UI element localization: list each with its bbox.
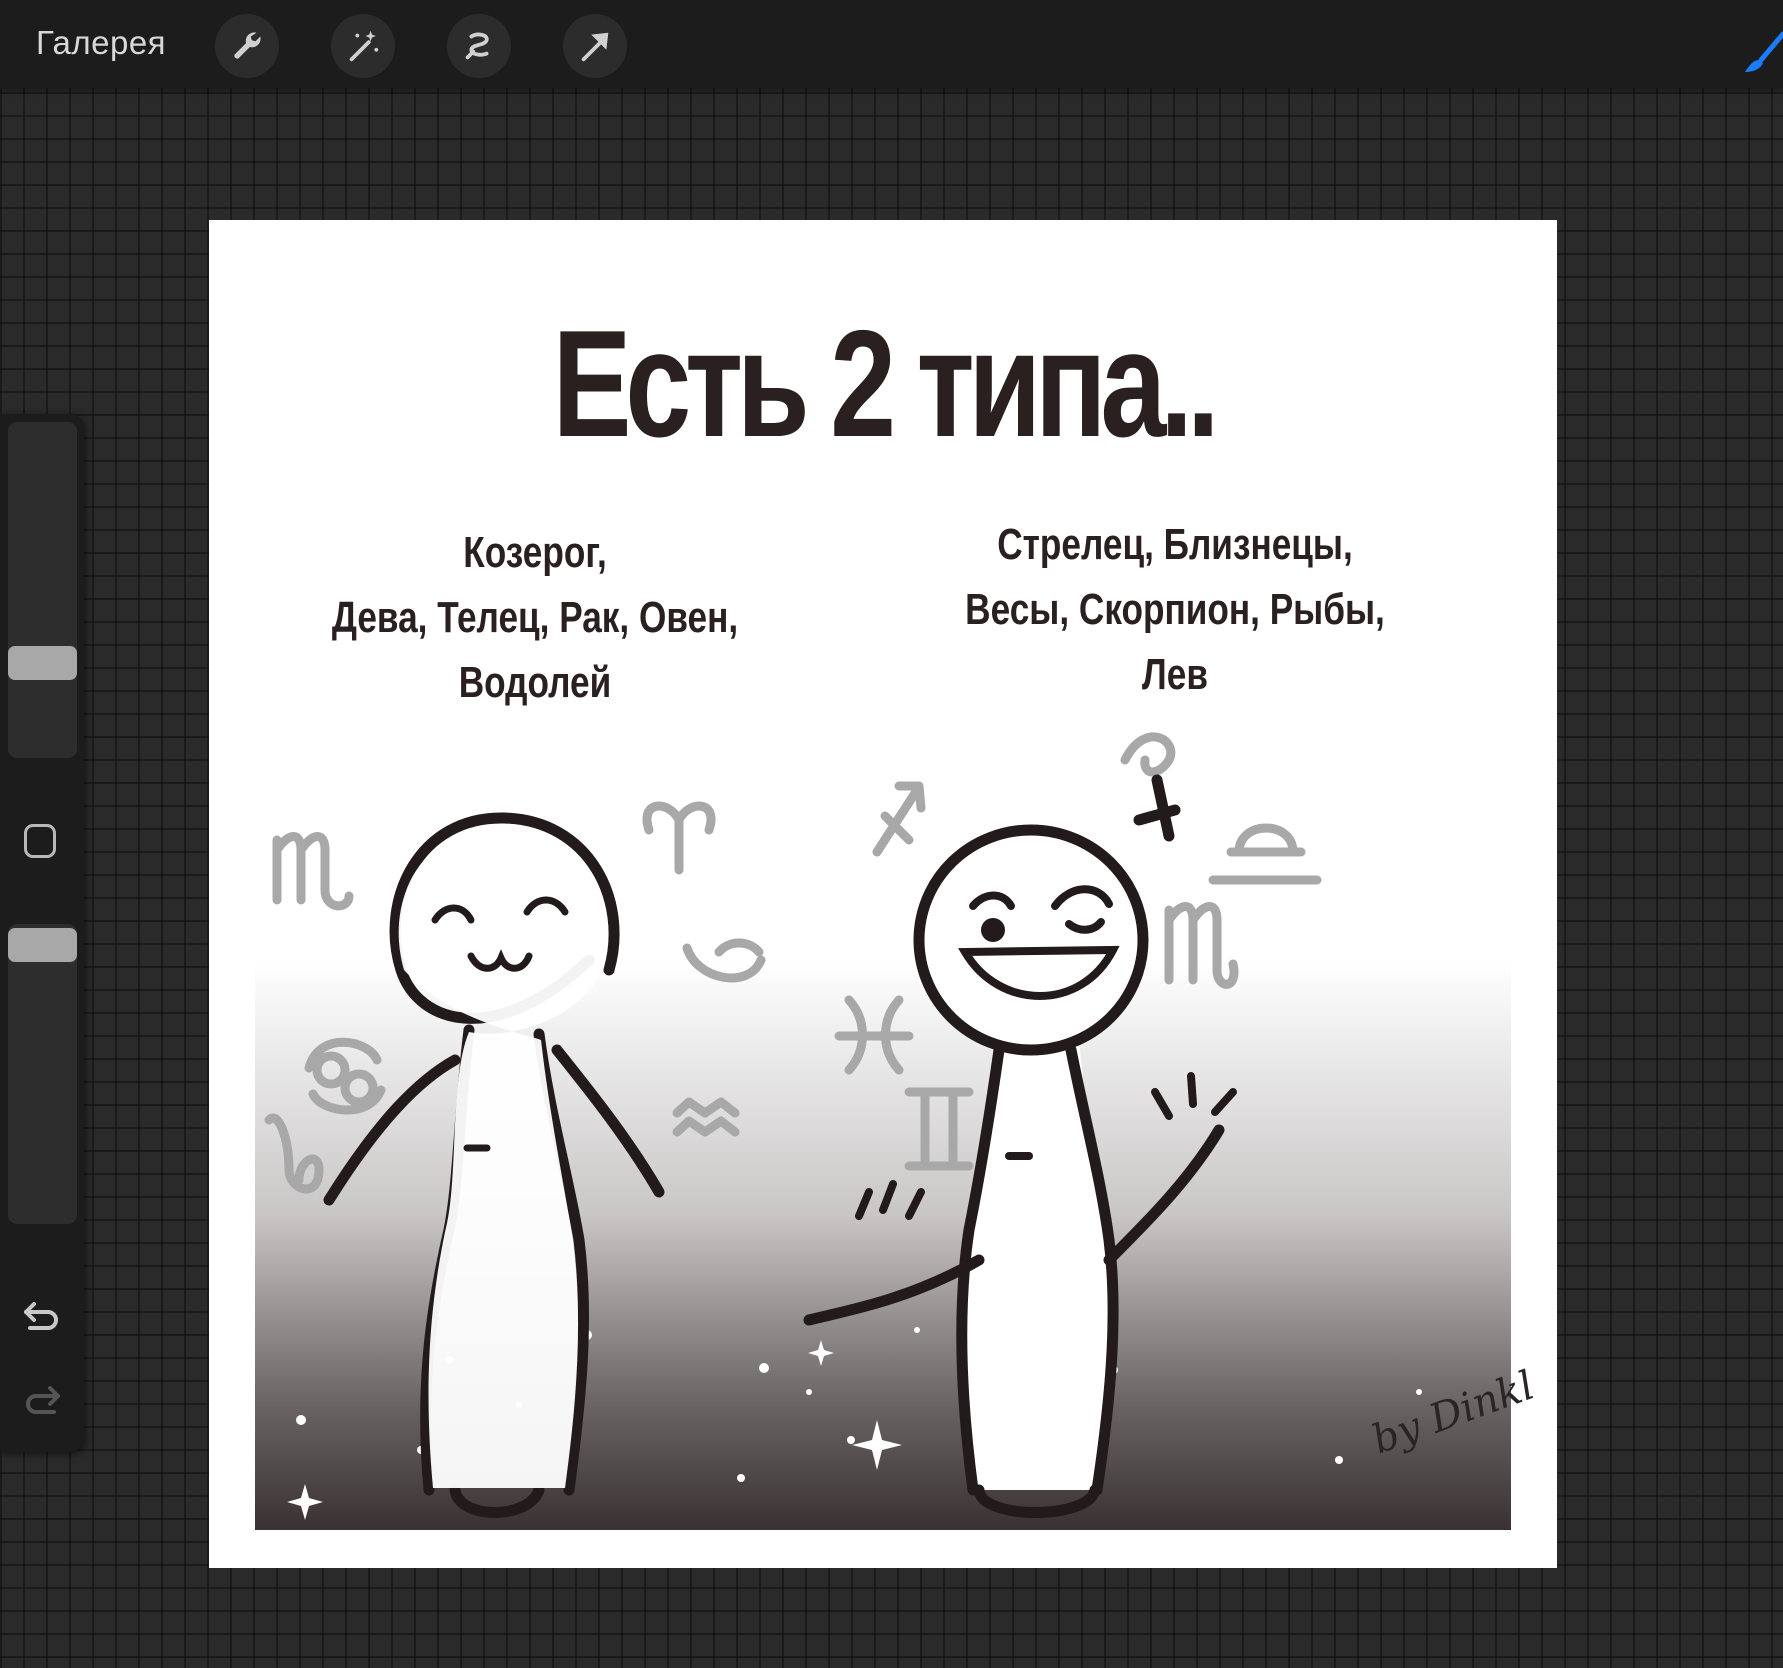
left-sidebar bbox=[0, 414, 84, 1452]
opacity-handle[interactable] bbox=[8, 928, 77, 962]
right-group-caption: Стрелец, Близнецы, Весы, Скорпион, Рыбы,… bbox=[951, 512, 1399, 707]
brush-size-handle[interactable] bbox=[8, 646, 77, 680]
left-group-line: Козерог, bbox=[463, 528, 607, 577]
actions-button[interactable] bbox=[215, 14, 279, 78]
gallery-button[interactable]: Галерея bbox=[36, 24, 166, 62]
left-group-line: Водолей bbox=[458, 658, 612, 707]
brush-size-slider[interactable] bbox=[8, 422, 77, 758]
selection-button[interactable] bbox=[447, 14, 511, 78]
adjustments-button[interactable] bbox=[331, 14, 395, 78]
right-group-line: Лев bbox=[1142, 650, 1208, 699]
right-group-line: Стрелец, Близнецы, bbox=[997, 520, 1353, 569]
wrench-icon bbox=[234, 32, 261, 59]
artwork-canvas[interactable]: Есть 2 типа.. Козерог, Дева, Телец, Рак,… bbox=[209, 220, 1557, 1568]
undo-icon[interactable] bbox=[20, 1296, 64, 1336]
brush-icon[interactable] bbox=[1743, 30, 1783, 74]
arrow-icon bbox=[581, 32, 609, 62]
left-group-line: Дева, Телец, Рак, Овен, bbox=[331, 593, 739, 642]
right-group-line: Весы, Скорпион, Рыбы, bbox=[965, 585, 1385, 634]
artwork-title: Есть 2 типа.. bbox=[552, 299, 1219, 469]
transform-button[interactable] bbox=[563, 14, 627, 78]
happy-character-eye bbox=[981, 918, 1005, 942]
redo-icon[interactable] bbox=[20, 1380, 64, 1420]
modify-square-icon[interactable] bbox=[24, 824, 56, 858]
top-toolbar: Галерея bbox=[0, 0, 1783, 88]
magic-wand-icon bbox=[349, 30, 379, 62]
selection-icon bbox=[465, 32, 489, 60]
left-group-caption: Козерог, Дева, Телец, Рак, Овен, Водолей bbox=[311, 520, 759, 715]
opacity-slider[interactable] bbox=[8, 924, 77, 1224]
